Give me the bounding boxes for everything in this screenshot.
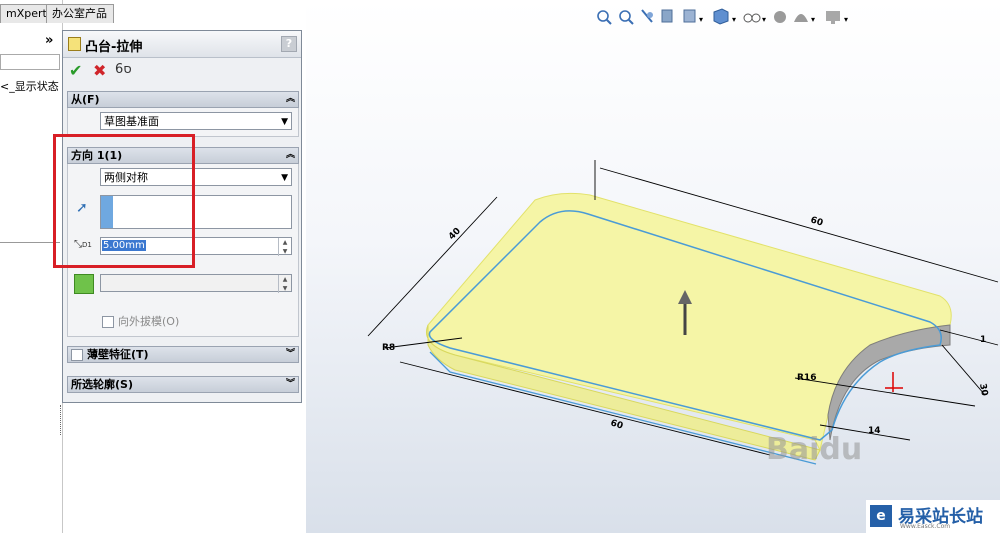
boss-extrude-icon: [68, 37, 81, 51]
tree-divider: [0, 242, 60, 243]
expand-chevron-icon[interactable]: ︾: [286, 348, 295, 360]
cancel-button[interactable]: ✖: [93, 61, 106, 80]
dim-left-width: 40: [447, 226, 463, 242]
draft-angle-spinner[interactable]: ▲ ▼: [278, 275, 291, 293]
depth-spinner[interactable]: ▲ ▼: [278, 238, 291, 256]
model-top-face: [426, 192, 952, 452]
collapse-chevron-icon[interactable]: ︽: [286, 93, 295, 105]
help-button[interactable]: ?: [281, 36, 297, 52]
feature-title: 凸台-拉伸: [85, 40, 143, 55]
tab-office-products[interactable]: 办公室产品: [46, 4, 114, 23]
collapse-chevron-icon[interactable]: ︽: [286, 149, 295, 161]
from-section-label: 从(F): [71, 93, 100, 106]
property-manager-header: 凸台-拉伸 ?: [63, 31, 301, 58]
collapse-button[interactable]: »: [45, 33, 53, 48]
site-logo-icon: e: [870, 505, 892, 527]
thin-feature-label-wrap: 薄壁特征(T): [71, 347, 149, 362]
ok-button[interactable]: ✔: [69, 61, 82, 80]
draft-angle-input[interactable]: ▲ ▼: [100, 274, 292, 293]
dim-bottom-length: 60: [609, 418, 624, 431]
origin-icon: [885, 372, 903, 392]
tree-search-field[interactable]: [0, 54, 60, 70]
dim-small: 14: [868, 426, 881, 436]
from-section-header[interactable]: 从(F) ︽: [67, 91, 299, 108]
chevron-down-icon: ▼: [281, 117, 288, 127]
draft-outward-checkbox[interactable]: 向外拔模(O): [102, 313, 179, 329]
tree-item-display-state[interactable]: <_显示状态: [0, 78, 59, 94]
baidu-watermark: Baidu: [766, 432, 863, 467]
from-condition-select[interactable]: 草图基准面 ▼: [100, 112, 292, 130]
expand-chevron-icon[interactable]: ︾: [286, 378, 295, 390]
dim-top-length: 60: [809, 215, 824, 228]
chevron-down-icon: ▼: [281, 173, 288, 183]
dim-right-2: 30: [977, 383, 989, 397]
dim-radius-small: R8: [382, 343, 395, 353]
panel-splitter-handle[interactable]: [60, 405, 67, 435]
draft-toggle-icon[interactable]: [74, 274, 94, 294]
draft-outward-check[interactable]: [102, 316, 114, 328]
thin-feature-checkbox[interactable]: [71, 349, 83, 361]
graphics-viewport[interactable]: ▾ ▾ ▾ ▾ ▾ 60 40 60 R8 R16 1 30 14 Baidu …: [306, 0, 1000, 533]
thin-feature-section-header[interactable]: 薄壁特征(T) ︾: [67, 346, 299, 363]
dim-radius-large: R16: [797, 373, 816, 383]
from-condition-value: 草图基准面: [104, 115, 159, 128]
selected-contours-label: 所选轮廓(S): [71, 378, 133, 391]
site-logo-url: Www.Easck.Com: [900, 523, 951, 530]
thin-feature-label: 薄壁特征(T): [87, 348, 149, 361]
tab-mxpert[interactable]: mXpert: [0, 4, 48, 23]
detailed-preview-button[interactable]: 6ס: [115, 62, 132, 77]
draft-outward-label: 向外拔模(O): [118, 315, 180, 328]
dim-right-1: 1: [980, 335, 986, 345]
site-logo: e 易采站长站 Www.Easck.Com: [866, 500, 1000, 533]
highlight-annotation-box: [53, 134, 195, 268]
selected-contours-section-header[interactable]: 所选轮廓(S) ︾: [67, 376, 299, 393]
from-section-body: 草图基准面 ▼: [67, 108, 299, 137]
extrude-preview-model[interactable]: 60 40 60 R8 R16 1 30 14: [306, 0, 1000, 533]
